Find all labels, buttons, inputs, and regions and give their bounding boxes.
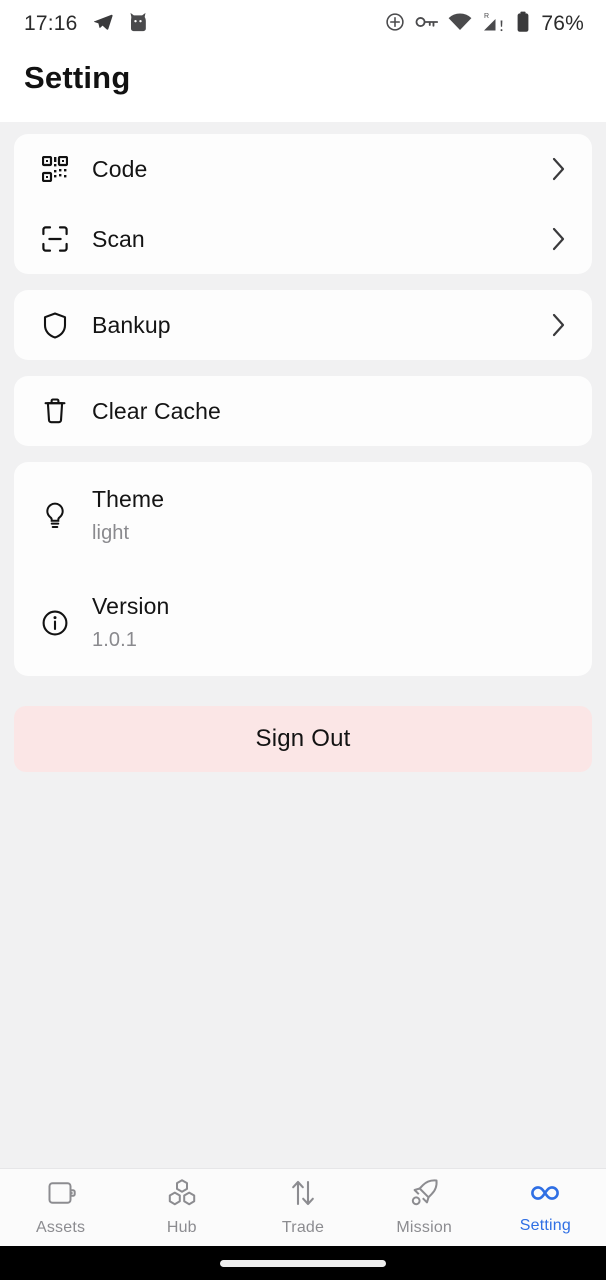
cubes-icon [166, 1178, 198, 1213]
infinity-icon [528, 1180, 562, 1211]
settings-row-label-backup: Bankup [92, 311, 171, 338]
title-bar: Setting [0, 48, 606, 122]
bottom-tab-bar: Assets Hub Trade Mission Setting [0, 1168, 606, 1246]
tab-label-trade: Trade [281, 1219, 325, 1236]
theme-row-text: Theme light [92, 486, 164, 545]
tab-hub[interactable]: Hub [121, 1169, 242, 1246]
settings-row-clear-cache[interactable]: Clear Cache [14, 376, 592, 446]
wallet-icon [46, 1178, 76, 1213]
svg-text:R: R [484, 13, 489, 20]
battery-icon [516, 11, 530, 38]
version-row-text: Version 1.0.1 [92, 593, 169, 652]
qr-code-icon [38, 152, 72, 186]
settings-row-scan[interactable]: Scan [14, 204, 592, 274]
settings-row-code[interactable]: Code [14, 134, 592, 204]
cellular-signal-roaming-icon: R [481, 11, 507, 38]
settings-row-version: Version 1.0.1 [14, 569, 592, 676]
tab-trade[interactable]: Trade [242, 1169, 363, 1246]
scan-frame-icon [38, 222, 72, 256]
tab-setting[interactable]: Setting [485, 1169, 606, 1246]
theme-label: Theme [92, 486, 165, 512]
tab-label-mission: Mission [396, 1219, 453, 1236]
tab-assets[interactable]: Assets [0, 1169, 121, 1246]
page-title: Setting [24, 60, 131, 95]
code-group-card: Code Scan [14, 134, 592, 274]
shield-icon [38, 308, 72, 342]
battery-percent-label: 76% [541, 12, 584, 35]
tab-label-hub: Hub [166, 1219, 197, 1236]
status-bar-clock: 17:16 [24, 12, 78, 35]
system-gesture-bar [0, 1246, 606, 1280]
chevron-right-icon [552, 313, 566, 337]
trade-arrows-icon [288, 1178, 318, 1213]
lightbulb-icon [38, 499, 72, 533]
theme-value: light [92, 522, 130, 544]
tab-label-assets: Assets [35, 1219, 86, 1236]
tab-label-setting: Setting [519, 1217, 572, 1234]
version-label: Version [92, 593, 170, 619]
settings-row-label-clear-cache: Clear Cache [92, 397, 221, 424]
chevron-right-icon [552, 157, 566, 181]
settings-row-label-code: Code [92, 155, 148, 182]
status-bar-right: R 76% [384, 11, 584, 38]
backup-group-card: Bankup [14, 290, 592, 360]
version-value: 1.0.1 [92, 629, 137, 651]
settings-scroll-area[interactable]: Code Scan Bankup Clear Cache Theme light… [0, 122, 606, 1168]
rocket-icon [409, 1178, 439, 1213]
cache-group-card: Clear Cache [14, 376, 592, 446]
chevron-right-icon [552, 227, 566, 251]
trash-icon [38, 394, 72, 428]
wifi-icon [448, 12, 472, 36]
telegram-icon [92, 11, 114, 38]
phone-screen: 17:16 R 76% Setting Code Scan Bankup Cle… [0, 0, 606, 1280]
info-circle-icon [38, 606, 72, 640]
settings-row-theme[interactable]: Theme light [14, 462, 592, 569]
settings-row-backup[interactable]: Bankup [14, 290, 592, 360]
location-target-icon [384, 11, 406, 38]
home-indicator[interactable] [220, 1259, 386, 1267]
cat-app-icon [128, 11, 148, 38]
tab-mission[interactable]: Mission [364, 1169, 485, 1246]
settings-row-label-scan: Scan [92, 225, 145, 252]
info-group-card: Theme light Version 1.0.1 [14, 462, 592, 676]
status-bar-left: 17:16 [24, 11, 148, 38]
vpn-key-icon [415, 14, 439, 35]
sign-out-button[interactable]: Sign Out [14, 706, 592, 772]
status-bar: 17:16 R 76% [0, 0, 606, 48]
